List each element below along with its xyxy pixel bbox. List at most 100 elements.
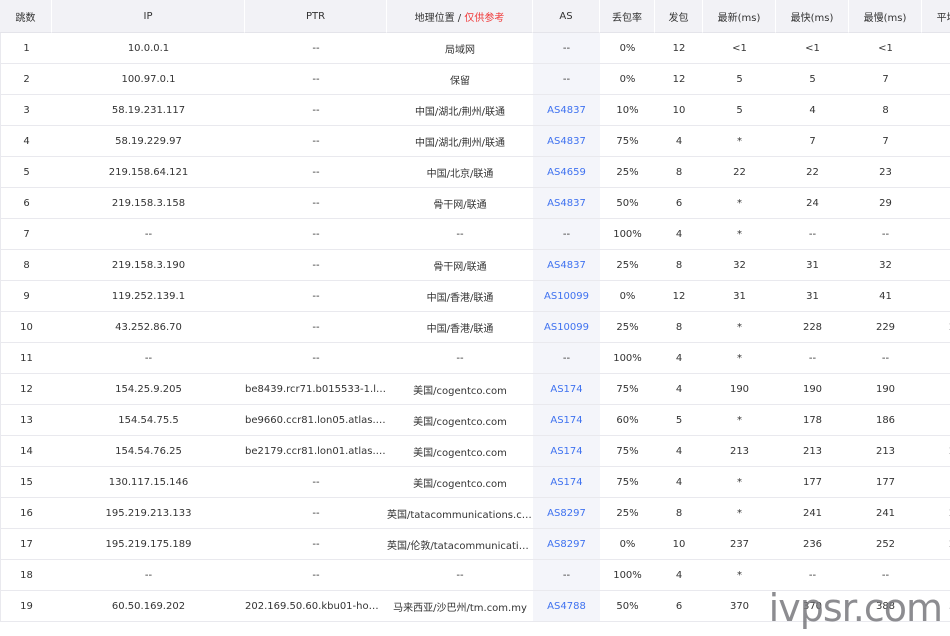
cell-hop: 19: [0, 591, 52, 622]
cell-avg: 31: [922, 250, 950, 281]
cell-loss: 10%: [600, 95, 655, 126]
cell-best: 22: [776, 157, 849, 188]
table-row: 2100.97.0.1--保留--0%125575: [0, 64, 950, 95]
cell-sent: 6: [655, 591, 703, 622]
cell-best: 24: [776, 188, 849, 219]
cell-geo: 局域网: [387, 33, 533, 64]
cell-as[interactable]: AS10099: [533, 312, 600, 343]
cell-worst: 7: [849, 126, 922, 157]
cell-as[interactable]: AS4837: [533, 126, 600, 157]
table-row: 8219.158.3.190--骨干网/联通AS483725%832313231: [0, 250, 950, 281]
cell-sent: 8: [655, 498, 703, 529]
cell-as[interactable]: AS4659: [533, 157, 600, 188]
table-row: 18--------100%4*------: [0, 560, 950, 591]
cell-worst: 32: [849, 250, 922, 281]
cell-geo: 英国/伦敦/tatacommunicatio...: [387, 529, 533, 560]
table-row: 15 130.117.15.146 -- 美国/cogentco.com AS174 75…: [0, 467, 950, 498]
cell-ptr: --: [245, 188, 387, 219]
cell-worst: 7: [849, 64, 922, 95]
cell-hop: 9: [0, 281, 52, 312]
cell-sent: 12: [655, 33, 703, 64]
table-row: 19 60.50.169.202 202.169.50.60.kbu01-home.…: [0, 591, 950, 622]
cell-as: --: [533, 64, 600, 95]
cell-worst: 229: [849, 312, 922, 343]
cell-avg: 177: [922, 467, 950, 498]
cell-as[interactable]: AS174: [533, 405, 600, 436]
cell-best: 178: [776, 405, 849, 436]
cell-ptr: be9660.ccr81.lon05.atlas.cog...: [245, 405, 387, 436]
cell-as[interactable]: AS4837: [533, 188, 600, 219]
cell-ip: 58.19.231.117: [52, 95, 245, 126]
cell-avg: 5: [922, 95, 950, 126]
cell-geo: 保留: [387, 64, 533, 95]
cell-sent: 4: [655, 219, 703, 250]
cell-last: *: [703, 312, 776, 343]
cell-as[interactable]: AS4837: [533, 250, 600, 281]
cell-hop: 17: [0, 529, 52, 560]
header-sent: 发包: [655, 0, 703, 33]
table-row: 5 219.158.64.121 -- 中国/北京/联通 AS4659 25% 8 22 22 2…: [0, 157, 950, 188]
cell-best: 7: [776, 126, 849, 157]
cell-avg: 22: [922, 157, 950, 188]
cell-as[interactable]: AS8297: [533, 498, 600, 529]
cell-sent: 4: [655, 126, 703, 157]
cell-last: *: [703, 126, 776, 157]
cell-as[interactable]: AS8297: [533, 529, 600, 560]
cell-as[interactable]: AS174: [533, 374, 600, 405]
cell-as: --: [533, 33, 600, 64]
cell-as[interactable]: AS10099: [533, 281, 600, 312]
cell-worst: <1: [849, 33, 922, 64]
cell-loss: 100%: [600, 219, 655, 250]
header-avg: 平均(ms): [922, 0, 950, 33]
cell-loss: 75%: [600, 467, 655, 498]
cell-hop: 2: [0, 64, 52, 95]
cell-avg: --: [922, 219, 950, 250]
cell-loss: 75%: [600, 436, 655, 467]
cell-geo: 骨干网/联通: [387, 250, 533, 281]
cell-last: 5: [703, 95, 776, 126]
table-row: 13 154.54.75.5 be9660.ccr81.lon05.atlas.co…: [0, 405, 950, 436]
cell-best: 190: [776, 374, 849, 405]
cell-last: 190: [703, 374, 776, 405]
cell-avg: 7: [922, 126, 950, 157]
cell-ptr: --: [245, 560, 387, 591]
cell-hop: 12: [0, 374, 52, 405]
cell-loss: 60%: [600, 405, 655, 436]
table-body: 110.0.0.1--局域网--0%12<1<1<1<12100.97.0.1-…: [0, 33, 950, 622]
cell-best: 236: [776, 529, 849, 560]
table-row: 16 195.219.213.133 -- 英国/tatacommunications…: [0, 498, 950, 529]
cell-ptr: be2179.ccr81.lon01.atlas.cog...: [245, 436, 387, 467]
cell-sent: 4: [655, 560, 703, 591]
cell-ptr: be8439.rcr71.b015533-1.lon...: [245, 374, 387, 405]
cell-ip: --: [52, 343, 245, 374]
table-row: 14 154.54.76.25 be2179.ccr81.lon01.atlas.c…: [0, 436, 950, 467]
cell-hop: 8: [0, 250, 52, 281]
cell-best: --: [776, 343, 849, 374]
cell-best: 228: [776, 312, 849, 343]
table-row: 9 119.252.139.1 -- 中国/香港/联通 AS10099 0% 12 31 31 4…: [0, 281, 950, 312]
cell-ptr: --: [245, 312, 387, 343]
cell-avg: 190: [922, 374, 950, 405]
cell-hop: 5: [0, 157, 52, 188]
cell-loss: 25%: [600, 157, 655, 188]
cell-as[interactable]: AS174: [533, 467, 600, 498]
cell-as[interactable]: AS4837: [533, 95, 600, 126]
cell-ptr: --: [245, 529, 387, 560]
header-geo: 地理位置 / 仅供参考: [387, 0, 533, 33]
cell-geo: 美国/cogentco.com: [387, 467, 533, 498]
cell-worst: 8: [849, 95, 922, 126]
cell-geo: 中国/北京/联通: [387, 157, 533, 188]
cell-worst: 41: [849, 281, 922, 312]
cell-as[interactable]: AS174: [533, 436, 600, 467]
cell-best: 31: [776, 281, 849, 312]
cell-ip: --: [52, 560, 245, 591]
cell-ip: --: [52, 219, 245, 250]
table-row: 7--------100%4*------: [0, 219, 950, 250]
cell-sent: 8: [655, 250, 703, 281]
cell-last: 237: [703, 529, 776, 560]
cell-sent: 12: [655, 281, 703, 312]
cell-last: *: [703, 498, 776, 529]
cell-as[interactable]: AS4788: [533, 591, 600, 622]
table-row: 458.19.229.97--中国/湖北/荆州/联通AS483775%4*777: [0, 126, 950, 157]
cell-hop: 1: [0, 33, 52, 64]
